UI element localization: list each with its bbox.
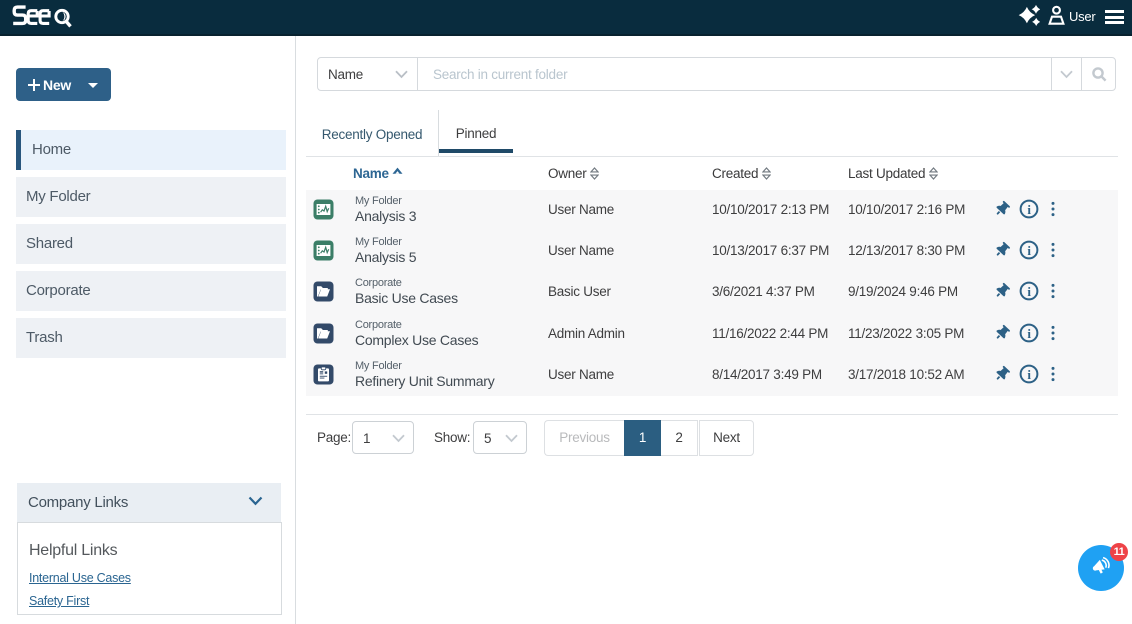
svg-text:i: i xyxy=(1027,326,1031,341)
svg-text:i: i xyxy=(1027,367,1031,382)
svg-text:i: i xyxy=(1027,243,1031,258)
svg-text:i: i xyxy=(1027,202,1031,217)
svg-text:i: i xyxy=(1027,284,1031,299)
